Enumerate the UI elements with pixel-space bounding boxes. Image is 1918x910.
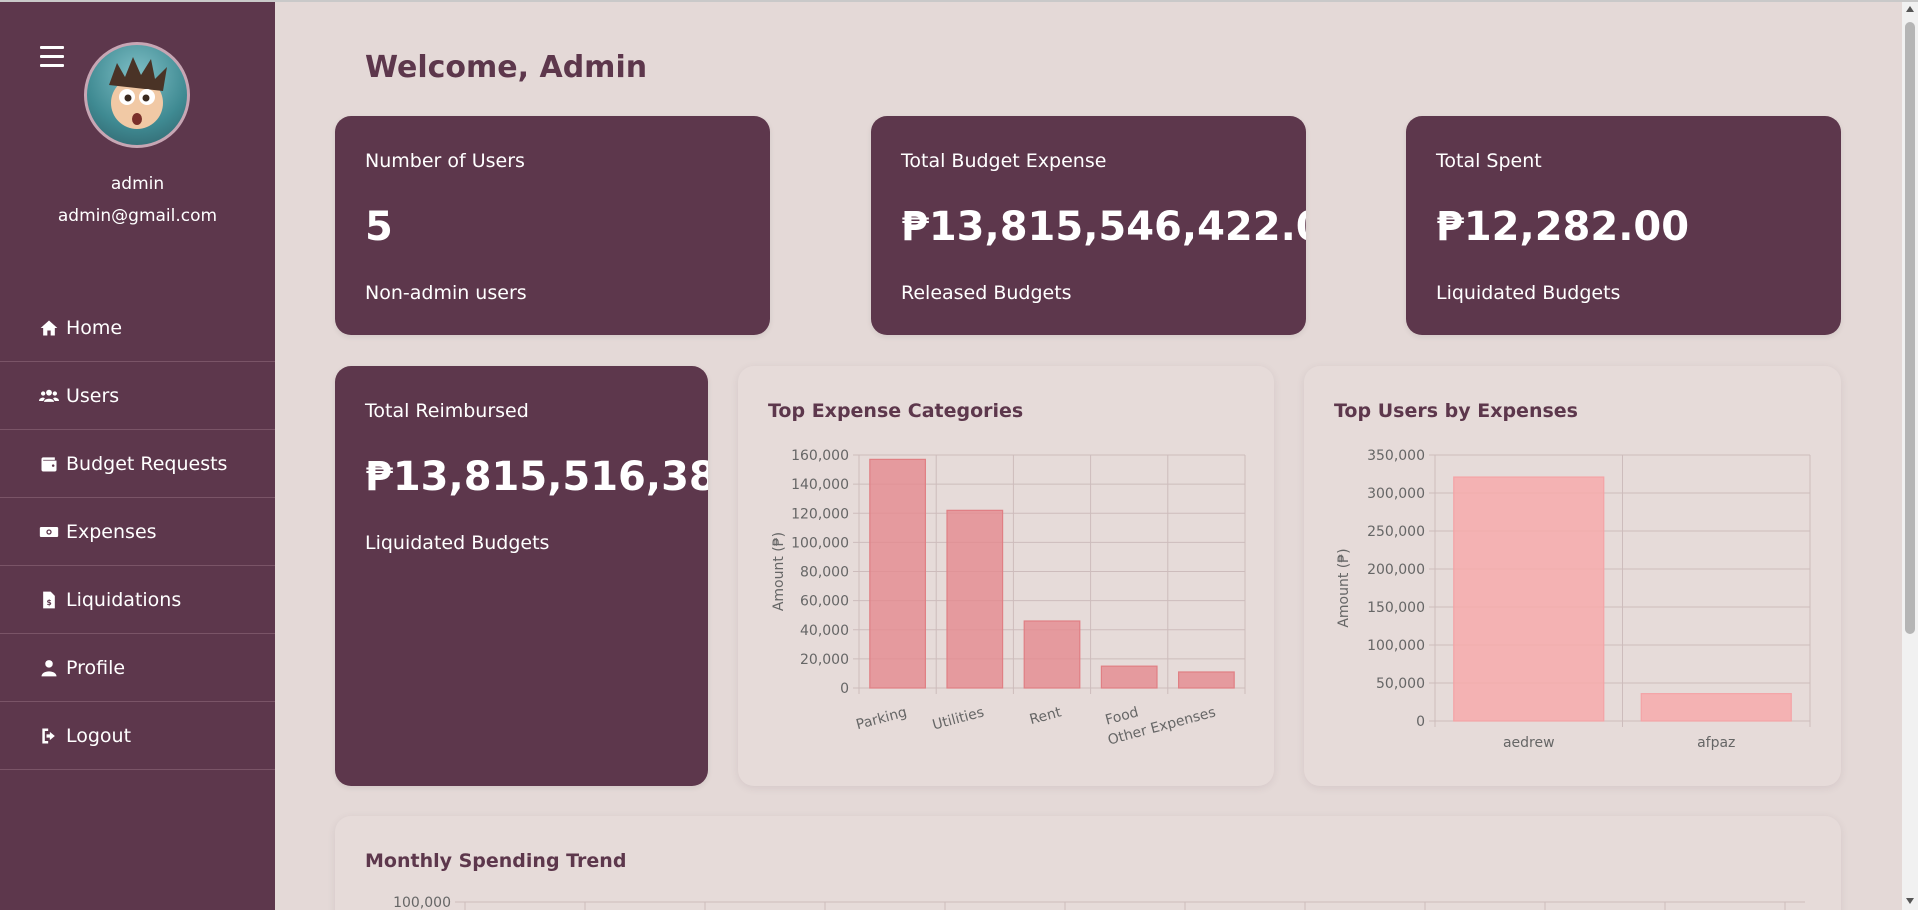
- page-scrollbar[interactable]: [1902, 2, 1918, 910]
- monthly-trend-chart: 100,000: [393, 895, 1805, 910]
- card-title: Number of Users: [365, 150, 525, 172]
- invoice-icon: $: [38, 589, 60, 611]
- avatar: [84, 42, 190, 148]
- x-tick-label: Utilities: [931, 704, 986, 733]
- bar: [1453, 476, 1605, 722]
- user-email: admin@gmail.com: [57, 206, 218, 226]
- window-top-border: [0, 0, 1918, 2]
- top-users-panel: Top Users by Expenses 0 50,000 100,000 150,…: [1304, 366, 1841, 786]
- x-tick-label: Parking: [854, 704, 908, 733]
- scroll-thumb[interactable]: [1905, 22, 1915, 634]
- total-budget-card: Total Budget Expense ₱13,815,546,422.00 …: [871, 116, 1306, 335]
- sidebar-item-label: Users: [66, 384, 120, 407]
- sidebar-item-label: Home: [66, 316, 123, 339]
- total-spent-card: Total Spent ₱12,282.00 Liquidated Budget…: [1406, 116, 1841, 335]
- bar: [1178, 671, 1235, 689]
- y-tick-label: 0: [1416, 714, 1425, 730]
- sidebar-item-label: Profile: [66, 656, 126, 679]
- bar: [869, 458, 926, 689]
- y-tick-label: 20,000: [800, 652, 849, 668]
- sidebar-item-home[interactable]: Home: [0, 294, 275, 362]
- y-tick-label: 300,000: [1367, 486, 1425, 502]
- y-tick-label: 100,000: [1367, 638, 1425, 654]
- total-reimbursed-card: Total Reimbursed ₱13,815,516,382.00 Liqu…: [335, 366, 708, 786]
- card-subtitle: Released Budgets: [901, 282, 1072, 304]
- card-title: Total Spent: [1436, 150, 1542, 172]
- y-tick-label: 60,000: [800, 594, 849, 610]
- top-expense-categories-chart: 0 20,000 40,000 60,000 80,000 100,000 120,000 1…: [771, 448, 1246, 749]
- wallet-icon: [38, 453, 60, 475]
- y-tick-label: 160,000: [791, 448, 849, 464]
- x-tick-label: afpaz: [1697, 735, 1735, 751]
- user-icon: [38, 657, 60, 679]
- y-tick-label: 80,000: [800, 565, 849, 581]
- sidebar-nav: Home Users Budget Requests Expenses $ Li…: [0, 294, 275, 770]
- scroll-up-arrow-icon[interactable]: [1906, 6, 1914, 12]
- sidebar-item-users[interactable]: Users: [0, 362, 275, 430]
- users-icon: [38, 385, 60, 407]
- y-tick-label: 50,000: [1376, 676, 1425, 692]
- top-expense-categories-panel: Top Expense Categories 0 20,000 40,000 60,0…: [738, 366, 1274, 786]
- sidebar-item-label: Budget Requests: [66, 452, 228, 475]
- card-value: 5: [365, 204, 393, 250]
- card-value: ₱13,815,546,422.00: [901, 204, 1306, 250]
- bar: [1640, 693, 1792, 722]
- logout-icon: [38, 725, 60, 747]
- page-title: Welcome, Admin: [365, 50, 648, 85]
- card-subtitle: Liquidated Budgets: [365, 532, 550, 554]
- sidebar-item-label: Liquidations: [66, 588, 182, 611]
- sidebar-item-liquidations[interactable]: $ Liquidations: [0, 566, 275, 634]
- top-users-chart: 0 50,000 100,000 150,000 200,000 250,000 300,0…: [1336, 448, 1811, 751]
- y-tick-label: 250,000: [1367, 524, 1425, 540]
- y-axis-label: Amount (₱): [1336, 548, 1352, 627]
- bar: [946, 509, 1004, 689]
- y-tick-label: 100,000: [393, 895, 451, 910]
- card-value: ₱12,282.00: [1436, 204, 1690, 250]
- y-tick-label: 350,000: [1367, 448, 1425, 464]
- scroll-down-arrow-icon[interactable]: [1906, 898, 1914, 904]
- bar: [1023, 620, 1081, 689]
- bar: [1100, 665, 1158, 689]
- y-tick-label: 120,000: [791, 506, 849, 522]
- money-bill-icon: [38, 521, 60, 543]
- card-value: ₱13,815,516,382.00: [365, 454, 708, 500]
- card-subtitle: Non-admin users: [365, 282, 527, 304]
- user-name: admin: [110, 174, 165, 194]
- sidebar-item-budget-requests[interactable]: Budget Requests: [0, 430, 275, 498]
- y-tick-label: 0: [840, 681, 849, 697]
- y-tick-label: 100,000: [791, 535, 849, 551]
- y-tick-label: 200,000: [1367, 562, 1425, 578]
- x-tick-label: Rent: [1028, 704, 1064, 728]
- sidebar: admin admin@gmail.com Home Users Budget …: [0, 2, 275, 910]
- sidebar-item-profile[interactable]: Profile: [0, 634, 275, 702]
- sidebar-item-logout[interactable]: Logout: [0, 702, 275, 770]
- sidebar-item-label: Logout: [66, 724, 132, 747]
- y-tick-label: 150,000: [1367, 600, 1425, 616]
- y-tick-label: 140,000: [791, 477, 849, 493]
- monthly-trend-panel: Monthly Spending Trend 100,000: [335, 816, 1841, 910]
- home-icon: [38, 317, 60, 339]
- x-tick-label: aedrew: [1503, 735, 1555, 751]
- sidebar-item-label: Expenses: [66, 520, 157, 543]
- menu-toggle-icon[interactable]: [40, 46, 64, 67]
- card-subtitle: Liquidated Budgets: [1436, 282, 1621, 304]
- card-title: Total Reimbursed: [365, 400, 529, 422]
- sidebar-item-expenses[interactable]: Expenses: [0, 498, 275, 566]
- svg-text:$: $: [47, 598, 52, 607]
- y-tick-label: 40,000: [800, 623, 849, 639]
- card-title: Total Budget Expense: [901, 150, 1107, 172]
- y-axis-label: Amount (₱): [771, 532, 787, 611]
- users-count-card: Number of Users 5 Non-admin users: [335, 116, 770, 335]
